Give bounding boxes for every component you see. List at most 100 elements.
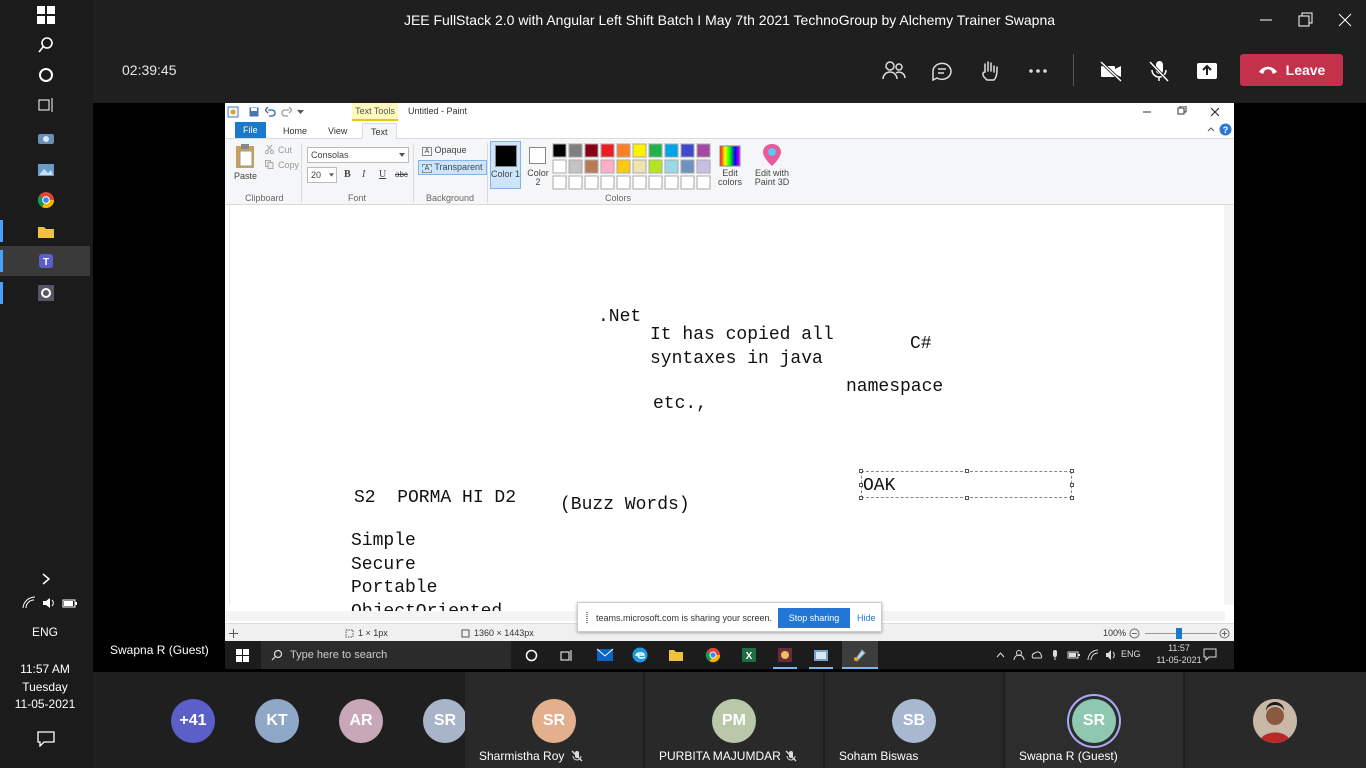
participant-tile[interactable]: SB Soham Biswas: [825, 672, 1003, 768]
cut-button[interactable]: Cut: [278, 145, 292, 155]
clock-time[interactable]: 11:57: [1155, 643, 1203, 653]
copy-icon[interactable]: [265, 160, 274, 169]
minimize-icon[interactable]: [1256, 10, 1276, 30]
color2-button[interactable]: Color 2: [524, 141, 552, 189]
notifications-icon[interactable]: [1203, 648, 1217, 661]
palette-swatch[interactable]: [616, 175, 631, 190]
file-explorer-icon[interactable]: [668, 648, 684, 662]
resize-handle[interactable]: [1070, 469, 1074, 473]
stop-sharing-button[interactable]: Stop sharing: [778, 608, 850, 628]
palette-swatch[interactable]: [696, 159, 711, 174]
excel-icon[interactable]: X: [741, 647, 757, 663]
mail-icon[interactable]: [596, 648, 614, 662]
close-icon[interactable]: [1335, 10, 1355, 30]
color1-button[interactable]: Color 1: [490, 141, 521, 189]
participant-avatar[interactable]: AR: [339, 699, 383, 743]
drag-handle-icon[interactable]: [586, 612, 588, 623]
cortana-icon[interactable]: [33, 64, 59, 86]
mic-off-icon[interactable]: [1146, 58, 1172, 84]
notifications-icon[interactable]: [33, 728, 59, 750]
network-icon[interactable]: [1087, 649, 1099, 661]
zoom-slider-thumb[interactable]: [1176, 628, 1182, 639]
palette-swatch[interactable]: [584, 175, 599, 190]
palette-swatch[interactable]: [680, 159, 695, 174]
paste-button[interactable]: Paste: [234, 171, 257, 181]
redo-icon[interactable]: [281, 107, 292, 117]
palette-swatch[interactable]: [632, 159, 647, 174]
participants-icon[interactable]: [881, 58, 907, 84]
photos-app-icon[interactable]: [33, 159, 59, 181]
palette-swatch[interactable]: [680, 175, 695, 190]
zoom-in-icon[interactable]: [1219, 628, 1230, 639]
chrome-icon[interactable]: [705, 647, 721, 663]
windows-start-icon[interactable]: [33, 4, 59, 26]
text-selection-box[interactable]: OAK: [859, 469, 1074, 500]
vertical-scrollbar[interactable]: [1224, 205, 1234, 605]
app-icon[interactable]: [813, 647, 829, 663]
battery-icon[interactable]: [1067, 649, 1081, 661]
palette-swatch[interactable]: [600, 143, 615, 158]
edit-colors-button[interactable]: Edit colors: [714, 169, 746, 187]
chrome-icon[interactable]: [33, 189, 59, 211]
paint-maximize-icon[interactable]: [1175, 106, 1187, 116]
resize-handle[interactable]: [965, 469, 969, 473]
paint3d-icon[interactable]: [762, 143, 782, 167]
font-size-select[interactable]: 20: [307, 167, 337, 183]
palette-swatch[interactable]: [648, 143, 663, 158]
palette-swatch[interactable]: [584, 143, 599, 158]
zoom-out-icon[interactable]: [1129, 628, 1140, 639]
file-explorer-icon[interactable]: [33, 220, 59, 242]
leave-button[interactable]: Leave: [1240, 54, 1343, 86]
palette-swatch[interactable]: [600, 175, 615, 190]
palette-swatch[interactable]: [568, 159, 583, 174]
search-icon[interactable]: [33, 34, 59, 56]
paint-close-icon[interactable]: [1209, 106, 1221, 118]
restore-icon[interactable]: [1295, 10, 1315, 30]
transparent-option[interactable]: A Transparent: [418, 160, 487, 175]
paint-taskbar-item[interactable]: [842, 641, 878, 669]
volume-icon[interactable]: [42, 596, 56, 610]
quick-access-dropdown-icon[interactable]: [297, 109, 304, 115]
app-icon[interactable]: [777, 647, 793, 663]
palette-swatch[interactable]: [664, 159, 679, 174]
palette-swatch[interactable]: [616, 143, 631, 158]
palette-swatch[interactable]: [648, 175, 663, 190]
tab-file[interactable]: File: [235, 122, 266, 138]
palette-swatch[interactable]: [568, 175, 583, 190]
more-actions-icon[interactable]: [1025, 58, 1051, 84]
settings-app-icon[interactable]: [33, 282, 59, 304]
raise-hand-icon[interactable]: [977, 58, 1003, 84]
font-family-select[interactable]: Consolas: [307, 147, 409, 163]
resize-handle[interactable]: [859, 483, 863, 487]
palette-swatch[interactable]: [584, 159, 599, 174]
participant-avatar[interactable]: SR: [423, 699, 467, 743]
participant-avatar[interactable]: KT: [255, 699, 299, 743]
tab-text[interactable]: Text: [362, 123, 397, 139]
mic-icon[interactable]: [1049, 649, 1061, 661]
palette-swatch[interactable]: [632, 143, 647, 158]
participant-tile[interactable]: PM PURBITA MAJUMDAR: [645, 672, 823, 768]
palette-swatch[interactable]: [648, 159, 663, 174]
battery-icon[interactable]: [62, 596, 78, 610]
cortana-icon[interactable]: [525, 649, 538, 662]
tab-home[interactable]: Home: [275, 123, 315, 139]
resize-handle[interactable]: [1070, 483, 1074, 487]
edit-colors-icon[interactable]: [719, 145, 741, 167]
participant-tile[interactable]: SR Swapna R (Guest): [1005, 672, 1183, 768]
participant-tile[interactable]: SR Sharmistha Roy: [465, 672, 643, 768]
palette-swatch[interactable]: [552, 159, 567, 174]
palette-swatch[interactable]: [664, 175, 679, 190]
share-content-icon[interactable]: [1194, 58, 1220, 84]
palette-swatch[interactable]: [664, 143, 679, 158]
chevron-right-icon[interactable]: [33, 568, 59, 590]
chevron-up-icon[interactable]: [996, 652, 1005, 658]
palette-swatch[interactable]: [696, 175, 711, 190]
save-icon[interactable]: [249, 107, 259, 117]
resize-handle[interactable]: [965, 496, 969, 500]
underline-button[interactable]: U: [379, 169, 386, 180]
edit-with-paint3d-button[interactable]: Edit with Paint 3D: [752, 169, 792, 187]
resize-handle[interactable]: [859, 469, 863, 473]
resize-handle[interactable]: [859, 496, 863, 500]
paint-minimize-icon[interactable]: [1141, 107, 1153, 117]
paint-canvas[interactable]: .Net It has copied all syntaxes in java …: [225, 205, 1234, 669]
